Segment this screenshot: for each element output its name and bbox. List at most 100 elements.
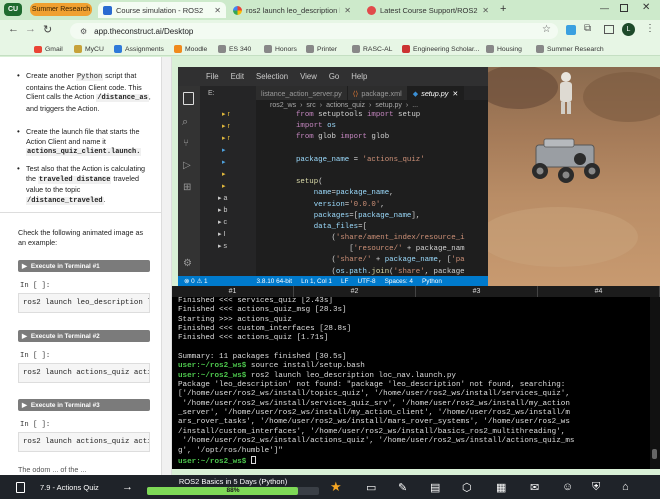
gazebo-simulation-view[interactable] [478,65,660,286]
bookmark-assignments[interactable]: Assignments [114,44,164,54]
new-tab-icon[interactable]: + [500,3,506,15]
back-icon[interactable]: ← [8,23,19,35]
terminal-scrollbar[interactable] [650,297,660,469]
explorer-item[interactable]: ▸ r [222,110,230,118]
close-icon[interactable]: ✕ [482,6,489,15]
menu-view[interactable]: View [300,72,317,81]
close-icon[interactable]: ✕ [214,6,221,15]
explorer-item[interactable]: ▸ I [218,230,225,238]
terminal-tab-4[interactable]: #4 [538,286,660,297]
menu-help[interactable]: Help [351,72,367,81]
chat-icon[interactable]: ✉ [530,475,539,499]
code-cell-1[interactable]: ros2 launch leo_description l [18,293,150,313]
breadcrumb-item[interactable]: actions_quiz [326,102,365,109]
ai-assistant-icon[interactable]: ☺ [562,475,573,499]
notebook-icon[interactable] [14,475,26,499]
breadcrumb-item[interactable]: ros2_ws [270,102,296,109]
code-cell-2[interactable]: ros2 launch actions_quiz acti [18,363,150,383]
browser-menu-icon[interactable]: ⋮ [645,23,655,34]
reload-icon[interactable]: ↻ [43,23,52,36]
menu-edit[interactable]: Edit [231,72,244,81]
breadcrumb-item[interactable]: setup.py [375,102,401,109]
forward-icon[interactable]: → [25,23,36,35]
interpreter-status[interactable]: 3.8.10 64-bit [257,278,293,285]
explorer-item[interactable]: ▸ [222,182,226,190]
editor-icon[interactable]: ✎ [398,475,407,499]
explorer-item[interactable]: ▸ [222,158,226,166]
cursor-position[interactable]: Ln 1, Col 1 [301,278,332,285]
simulation-icon[interactable]: ⬡ [462,475,472,499]
breadcrumb-item[interactable]: ... [412,102,418,109]
settings-gear-icon[interactable]: ⚙ [183,258,192,269]
code-editor[interactable]: from setuptools import setup import os fro… [256,110,488,276]
terminal-tab-2[interactable]: #2 [294,286,416,297]
bookmark-honors[interactable]: Honors [264,44,297,54]
bookmark-es340[interactable]: ES 340 [218,44,251,54]
bookmark-moodle[interactable]: Moodle [174,44,207,54]
home-icon[interactable]: ⌂ [622,475,629,499]
extensions-icon[interactable]: ⊞ [183,182,191,193]
source-control-icon[interactable]: ⑂ [183,138,189,149]
tab-google-search[interactable]: ros2 launch leo_description loc ✕ [228,2,356,18]
maximize-icon[interactable] [620,4,628,12]
explorer-item[interactable]: ▸ b [218,206,227,214]
avatar[interactable]: L [622,23,635,36]
extensions-puzzle-icon[interactable]: ⧉ [584,23,591,34]
tab-distance-action-server[interactable]: listance_action_server.py [256,86,348,100]
language-status[interactable]: Python [422,278,442,285]
terminal-tab-3[interactable]: #3 [416,286,538,297]
bookmark-engineering[interactable]: Engineering Scholar... [402,44,480,54]
bookmark-mycu[interactable]: MyCU [74,44,104,54]
bookmark-summer-research[interactable]: Summer Research [536,44,604,54]
explorer-item[interactable]: ▸ [222,170,226,178]
encoding-status[interactable]: UTF-8 [357,278,375,285]
explorer-item[interactable]: ▸ [222,146,226,154]
terminal-icon[interactable]: ▤ [430,475,440,499]
explorer-item[interactable]: ▸ c [218,218,227,226]
star-icon[interactable]: ★ [330,475,342,499]
arrow-right-icon[interactable]: → [122,475,133,499]
menu-file[interactable]: File [206,72,219,81]
execute-terminal-1-button[interactable]: ▶ Execute in Terminal #1 [18,260,150,272]
lesson-title[interactable]: 7.9 - Actions Quiz [40,475,99,499]
breadcrumb-item[interactable]: src [306,102,315,109]
minimize-icon[interactable]: — [600,3,609,13]
close-window-icon[interactable]: ✕ [642,2,650,13]
tab-group-summer-research[interactable]: Summer Research [30,3,92,16]
site-info-icon[interactable]: ⚙ [80,27,87,36]
url-omnibox[interactable]: ⚙ app.theconstruct.ai/Desktop [70,23,558,39]
explorer-item[interactable]: ▸ r [222,122,230,130]
explorer-item[interactable]: ▸ a [218,194,227,202]
code-cell-3[interactable]: ros2 launch actions_quiz acti [18,432,150,452]
bookmark-printer[interactable]: Printer [306,44,337,54]
graphical-tools-icon[interactable]: ▦ [496,475,506,499]
terminal-tab-1[interactable]: #1 [172,286,294,297]
menu-selection[interactable]: Selection [256,72,288,81]
folder-icon[interactable]: ▭ [366,475,376,499]
indent-status[interactable]: Spaces: 4 [385,278,413,285]
problems-status[interactable]: ⊗ 0 ⚠ 1 [184,277,208,285]
shield-icon[interactable]: ⛨ [592,475,600,499]
bookmark-rasc-al[interactable]: RASC-AL [352,44,392,54]
tab-setup-py[interactable]: ◆ setup.py ✕ [407,86,465,100]
execute-terminal-3-button[interactable]: ▶ Execute in Terminal #3 [18,399,150,411]
bookmark-star-icon[interactable]: ☆ [542,24,551,35]
close-icon[interactable]: ✕ [452,89,458,98]
bookmark-housing[interactable]: Housing [486,44,522,54]
sidepanel-icon[interactable] [604,25,614,34]
explorer-icon[interactable] [183,92,194,105]
tab-course-simulation[interactable]: Course simulation - ROS2 ✕ [98,2,226,18]
extension-icon[interactable] [566,25,576,35]
tab-package-xml[interactable]: ⟨⟩ package.xml [347,86,408,100]
explorer-item[interactable]: ▸ s [218,242,227,250]
profile-badge[interactable]: CU [4,3,22,16]
eol-status[interactable]: LF [341,278,348,285]
run-debug-icon[interactable]: ▷ [183,160,191,171]
terminal-output[interactable]: Finished <<< services_quiz [2.43s] Finish… [172,297,650,469]
menu-go[interactable]: Go [329,72,339,81]
close-icon[interactable]: ✕ [344,6,351,15]
explorer-item[interactable]: ▸ r [222,134,230,142]
execute-terminal-2-button[interactable]: ▶ Execute in Terminal #2 [18,330,150,342]
tab-course-support[interactable]: Latest Course Support/ROS2 Basic ✕ [362,2,494,18]
panel-resize-handle[interactable] [162,57,172,475]
